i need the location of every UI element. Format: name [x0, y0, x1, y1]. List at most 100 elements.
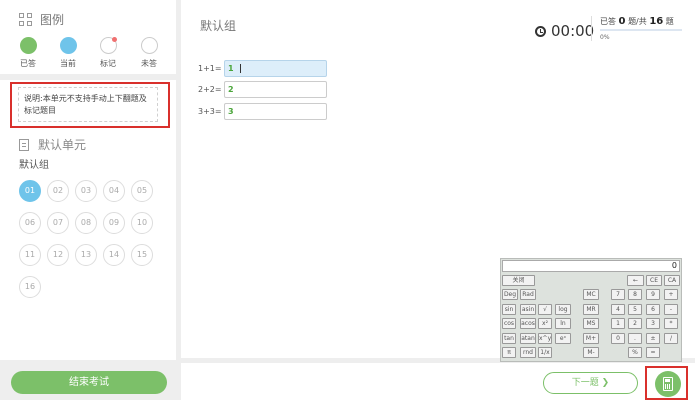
calculator-icon: [663, 377, 673, 391]
end-exam-button[interactable]: 结束考试: [11, 371, 167, 394]
next-question-button[interactable]: 下一题 ❯: [543, 372, 638, 394]
calc-equals-button[interactable]: =: [646, 347, 660, 358]
question-button-11[interactable]: 11: [19, 244, 41, 266]
legend-item-current: 当前: [56, 37, 80, 69]
calc-mr-button[interactable]: MR: [583, 304, 599, 315]
calc-7-button[interactable]: 7: [611, 289, 625, 300]
legend-panel: 图例 已答 当前 标记 未答: [0, 0, 176, 74]
timer-value: 00:00: [551, 22, 595, 40]
progress-text: 已答 0 题/共 16 题: [600, 16, 689, 27]
question-button-13[interactable]: 13: [75, 244, 97, 266]
calc-ln-button[interactable]: ln: [555, 318, 571, 329]
question-button-16[interactable]: 16: [19, 276, 41, 298]
question-row: 3+3= 3: [198, 103, 327, 120]
unit-header: 默认单元: [19, 136, 86, 153]
question-label: 1+1=: [198, 64, 222, 73]
calc-4-button[interactable]: 4: [611, 304, 625, 315]
calc-cos-button[interactable]: cos: [502, 318, 516, 329]
question-row: 2+2= 2: [198, 81, 327, 98]
calc-percent-button[interactable]: %: [628, 347, 642, 358]
question-button-02[interactable]: 02: [47, 180, 69, 202]
legend-label: 当前: [60, 59, 76, 68]
calc-ce-button[interactable]: CE: [646, 275, 662, 286]
calc-0-button[interactable]: 0: [611, 333, 625, 344]
calc-log-button[interactable]: log: [555, 304, 571, 315]
calc-sin-button[interactable]: sin: [502, 304, 516, 315]
calc-multiply-button[interactable]: *: [664, 318, 678, 329]
bottom-bar: 下一题 ❯: [181, 363, 695, 400]
group-title: 默认组: [200, 19, 237, 33]
question-button-07[interactable]: 07: [47, 212, 69, 234]
calc-plus-button[interactable]: +: [664, 289, 678, 300]
calc-acos-button[interactable]: acos: [520, 318, 536, 329]
calc-5-button[interactable]: 5: [628, 304, 642, 315]
question-button-12[interactable]: 12: [47, 244, 69, 266]
answer-input[interactable]: 1: [224, 60, 327, 77]
calc-reciprocal-button[interactable]: 1/x: [538, 347, 552, 358]
calc-mc-button[interactable]: MC: [583, 289, 599, 300]
question-button-01[interactable]: 01: [19, 180, 41, 202]
calc-backspace-button[interactable]: ←: [627, 275, 644, 286]
legend-title: 图例: [40, 13, 65, 27]
unanswered-dot-icon: [140, 37, 158, 54]
answer-progress: 已答 0 题/共 16 题 0%: [591, 16, 689, 41]
calc-power-button[interactable]: x^y: [538, 333, 552, 344]
progress-bar: [600, 29, 682, 31]
calc-1-button[interactable]: 1: [611, 318, 625, 329]
timer: 00:00: [535, 22, 594, 40]
legend-item-answered: 已答: [16, 37, 40, 69]
mark-flag-icon: [111, 37, 117, 42]
calc-8-button[interactable]: 8: [628, 289, 642, 300]
answer-input[interactable]: 2: [224, 81, 327, 98]
calc-3-button[interactable]: 3: [646, 318, 660, 329]
calc-ms-button[interactable]: MS: [583, 318, 599, 329]
calc-6-button[interactable]: 6: [646, 304, 660, 315]
grid-icon: [19, 13, 32, 26]
calc-9-button[interactable]: 9: [646, 289, 660, 300]
legend-item-marked: 标记: [96, 37, 120, 69]
calc-deg-button[interactable]: Deg: [502, 289, 518, 300]
group-name: 默认组: [19, 160, 49, 171]
calc-rad-button[interactable]: Rad: [520, 289, 536, 300]
answered-count: 0: [618, 16, 626, 27]
calc-exp-button[interactable]: eˣ: [555, 333, 571, 344]
calc-asin-button[interactable]: asin: [520, 304, 536, 315]
question-button-10[interactable]: 10: [131, 212, 153, 234]
progress-mid: 题/共: [628, 17, 647, 26]
question-button-03[interactable]: 03: [75, 180, 97, 202]
answer-input[interactable]: 3: [224, 103, 327, 120]
calc-divide-button[interactable]: /: [664, 333, 678, 344]
calc-2-button[interactable]: 2: [628, 318, 642, 329]
calculator-toggle-button[interactable]: [655, 371, 681, 397]
progress-percent: 0%: [600, 34, 610, 41]
clock-icon: [535, 25, 546, 37]
calc-plusminus-button[interactable]: ±: [646, 333, 660, 344]
question-button-14[interactable]: 14: [103, 244, 125, 266]
calc-atan-button[interactable]: atan: [520, 333, 536, 344]
calc-pi-button[interactable]: π: [502, 347, 516, 358]
calc-close-button[interactable]: 关闭: [502, 275, 535, 286]
legend-label: 已答: [20, 59, 36, 68]
document-icon: [19, 138, 29, 151]
calc-tan-button[interactable]: tan: [502, 333, 516, 344]
calc-square-button[interactable]: x²: [538, 318, 552, 329]
calc-rnd-button[interactable]: rnd: [520, 347, 536, 358]
question-button-04[interactable]: 04: [103, 180, 125, 202]
calc-mminus-button[interactable]: M-: [583, 347, 599, 358]
question-button-09[interactable]: 09: [103, 212, 125, 234]
legend-label: 未答: [141, 59, 157, 68]
progress-suffix: 题: [665, 17, 674, 26]
chevron-right-icon: ❯: [601, 378, 610, 388]
question-button-08[interactable]: 08: [75, 212, 97, 234]
calc-mplus-button[interactable]: M+: [583, 333, 599, 344]
question-button-06[interactable]: 06: [19, 212, 41, 234]
calc-dot-button[interactable]: .: [628, 333, 642, 344]
calc-ca-button[interactable]: CA: [664, 275, 680, 286]
question-button-05[interactable]: 05: [131, 180, 153, 202]
calc-sqrt-button[interactable]: √: [538, 304, 552, 315]
highlight-box: [10, 82, 170, 128]
question-button-15[interactable]: 15: [131, 244, 153, 266]
next-label: 下一题: [571, 378, 599, 388]
text-caret: [239, 64, 241, 73]
calc-minus-button[interactable]: -: [664, 304, 678, 315]
